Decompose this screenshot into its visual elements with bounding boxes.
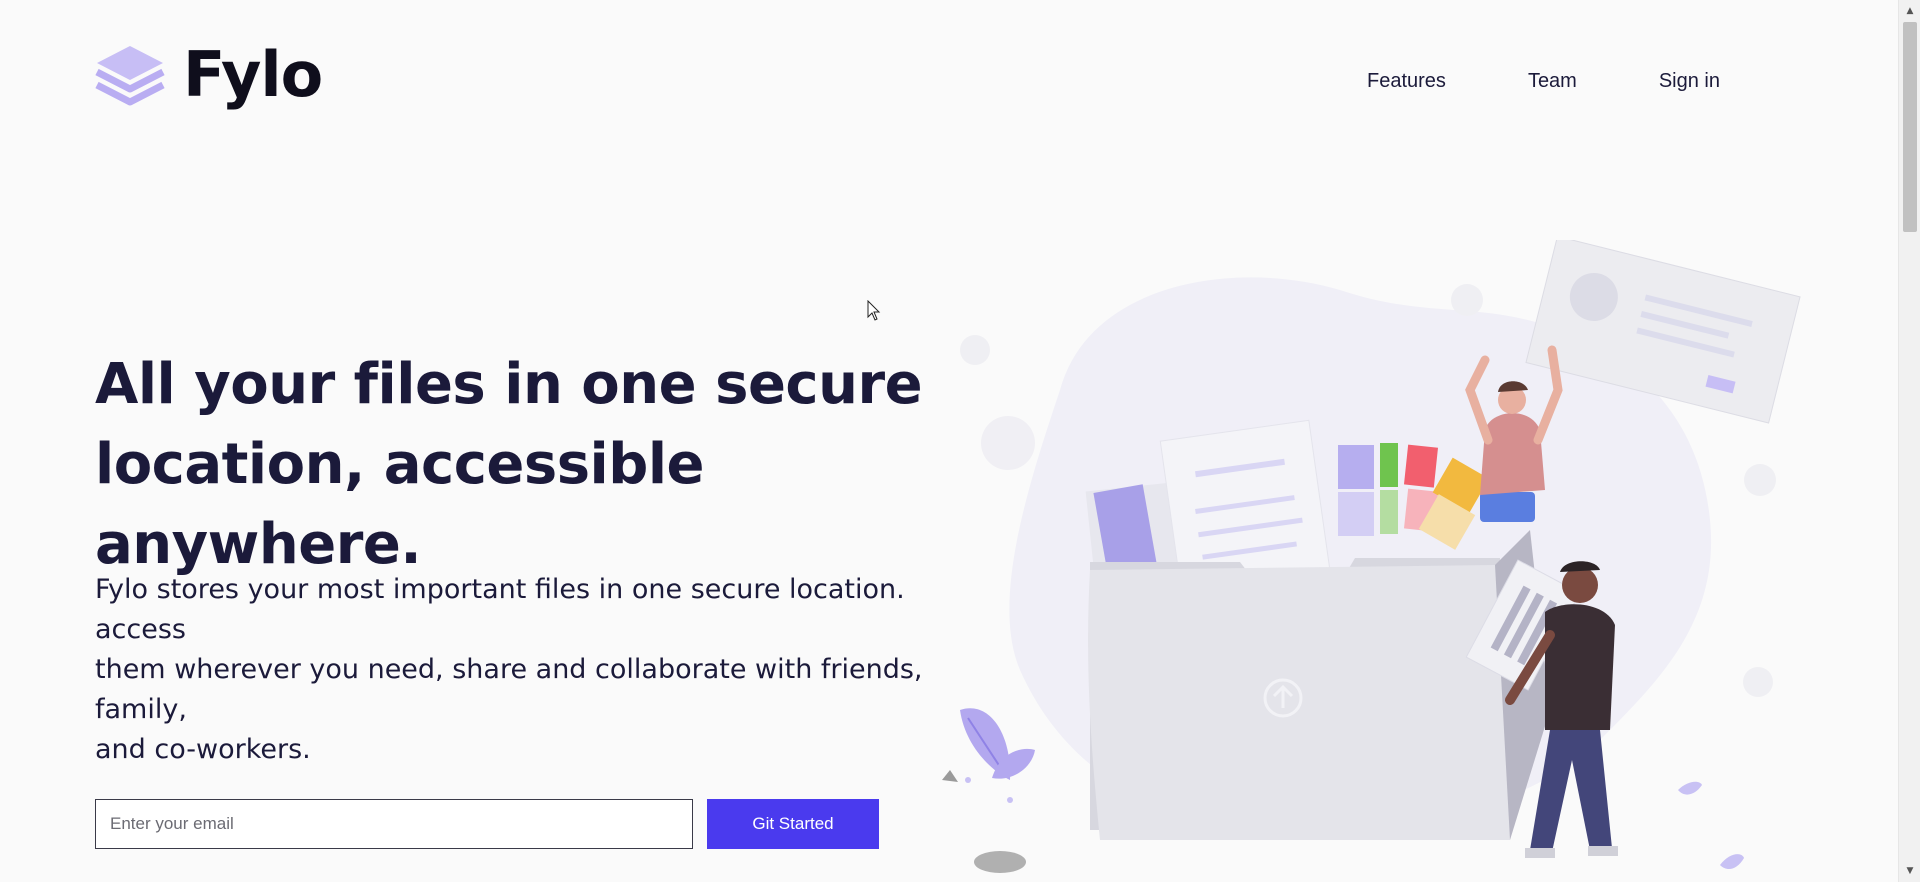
email-input[interactable] [95, 799, 693, 849]
decor-circle [1451, 284, 1483, 316]
rock [974, 851, 1026, 873]
plant [942, 708, 1035, 803]
site-header: Fylo Features Team Sign in [0, 0, 1898, 170]
scroll-down-icon[interactable]: ▼ [1899, 862, 1920, 880]
main-nav: Features Team Sign in [1367, 70, 1720, 93]
leaf [1678, 781, 1702, 795]
hero-description-line: Fylo stores your most important files in… [95, 574, 905, 605]
decor-circle [1744, 464, 1776, 496]
nav-link-sign-in[interactable]: Sign in [1659, 70, 1720, 93]
logo[interactable]: Fylo [95, 38, 323, 111]
scroll-up-icon[interactable]: ▲ [1899, 2, 1920, 20]
hero-title-line-1: All your files in one secure [95, 352, 923, 417]
hero-description-line: family, [95, 694, 187, 725]
hero-title-line-2: location, accessible anywhere. [95, 432, 705, 577]
mouse-cursor-icon [867, 300, 881, 321]
decor-circle [1743, 667, 1773, 697]
folder [1088, 530, 1550, 840]
nav-link-team[interactable]: Team [1528, 70, 1577, 93]
hero-illustration [942, 240, 1801, 873]
hero-description-line: and co-workers. [95, 734, 311, 765]
hero-description-line: them wherever you need, share and collab… [95, 654, 923, 685]
hero-title: All your files in one secure location, a… [95, 345, 975, 585]
brand-name: Fylo [183, 38, 323, 111]
hero-description: Fylo stores your most important files in… [95, 570, 925, 770]
decor-circle [981, 416, 1035, 470]
get-started-button[interactable]: Git Started [707, 799, 879, 849]
stacked-layers-icon [95, 46, 165, 106]
vertical-scrollbar[interactable]: ▲ ▼ [1898, 0, 1920, 882]
scrollbar-thumb[interactable] [1903, 22, 1917, 232]
nav-link-features[interactable]: Features [1367, 70, 1446, 93]
hero-description-line: access [95, 614, 186, 645]
decor-circle [960, 335, 990, 365]
signup-form: Git Started [95, 799, 879, 849]
leaf [1720, 854, 1744, 870]
